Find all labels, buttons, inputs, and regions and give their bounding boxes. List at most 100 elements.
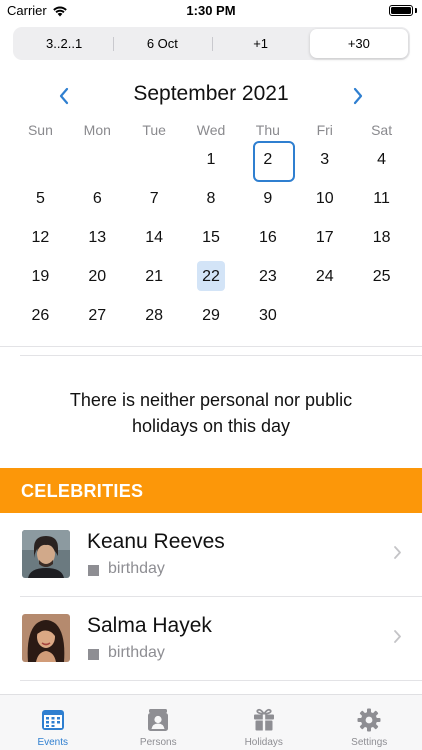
calendar-day-22[interactable]: 22	[183, 257, 240, 296]
chevron-right-icon	[394, 630, 401, 643]
calendar-empty-cell	[126, 140, 183, 179]
calendar-day-21[interactable]: 21	[126, 257, 183, 296]
weekday-label: Tue	[142, 122, 166, 138]
calendar-day-3[interactable]: 3	[296, 140, 353, 179]
calendar-day-8[interactable]: 8	[183, 179, 240, 218]
day-number: 15	[202, 228, 220, 246]
battery-icon	[389, 5, 413, 16]
calendar-day-28[interactable]: 28	[126, 296, 183, 335]
day-number: 28	[145, 306, 164, 324]
calendar-day-1[interactable]: 1	[183, 140, 240, 179]
next-month-button[interactable]	[346, 84, 370, 108]
event-type-marker	[88, 649, 99, 660]
tab-persons[interactable]: Persons	[106, 695, 212, 750]
calendar-day-4[interactable]: 4	[353, 140, 410, 179]
celebrity-name: Salma Hayek	[87, 614, 212, 637]
day-number: 18	[372, 228, 391, 246]
day-number: 30	[258, 306, 277, 324]
calendar-day-11[interactable]: 11	[353, 179, 410, 218]
day-number: 22	[202, 267, 220, 285]
day-number: 4	[377, 150, 387, 168]
tab-events[interactable]: Events	[0, 695, 106, 750]
calendar-day-13[interactable]: 13	[69, 218, 126, 257]
calendar-day-5[interactable]: 5	[12, 179, 69, 218]
day-number: 11	[373, 189, 390, 207]
day-number: 8	[206, 189, 216, 207]
day-number: 16	[258, 228, 277, 246]
celebrity-name: Keanu Reeves	[87, 530, 225, 553]
day-number: 24	[315, 267, 334, 285]
calendar-day-27[interactable]: 27	[69, 296, 126, 335]
calendar-day-24[interactable]: 24	[296, 257, 353, 296]
calendar-day-20[interactable]: 20	[69, 257, 126, 296]
celebrities-section-header: CELEBRITIES	[0, 468, 422, 513]
calendar-day-23[interactable]: 23	[239, 257, 296, 296]
weekday-label: Thu	[255, 122, 280, 138]
avatar	[22, 614, 70, 662]
calendar-grid: 1 2 3 4 5 6 7 8 9 10 11 12 13 14 15 16 17 18 19 20 21 22 23 24 2…	[12, 140, 410, 335]
calendar-day-10[interactable]: 10	[296, 179, 353, 218]
segment-date[interactable]: 6 Oct	[113, 29, 211, 58]
weekday-label: Wed	[196, 122, 226, 138]
segment-plus-30[interactable]: +30	[309, 29, 408, 58]
calendar-day-12[interactable]: 12	[12, 218, 69, 257]
tab-label: Events	[37, 737, 69, 748]
day-number: 26	[31, 306, 50, 324]
day-number: 9	[263, 189, 273, 207]
segment-countdown[interactable]: 3..2..1	[15, 29, 113, 58]
status-bar: Carrier 1:30 PM	[0, 0, 422, 22]
weekday-label: Sat	[371, 122, 393, 138]
chevron-right-icon	[353, 87, 363, 105]
status-time: 1:30 PM	[186, 3, 236, 18]
divider	[20, 355, 422, 356]
day-number: 17	[315, 228, 334, 246]
celebrity-row-salma-hayek[interactable]: Salma Hayek birthday	[0, 597, 422, 681]
calendar-day-2[interactable]: 2	[239, 140, 296, 182]
battery-nub	[415, 8, 417, 13]
chevron-right-icon	[394, 546, 401, 559]
calendar-day-16[interactable]: 16	[239, 218, 296, 257]
day-number: 29	[202, 306, 220, 324]
calendar-day-9[interactable]: 9	[239, 179, 296, 218]
day-number: 25	[372, 267, 391, 285]
weekday-label: Sun	[27, 122, 53, 138]
day-number: 13	[88, 228, 107, 246]
tab-label: Persons	[139, 737, 177, 748]
calendar-week-row: 19 20 21 22 23 24 25	[12, 257, 410, 296]
tab-bar: Events Persons Holidays Settings	[0, 694, 422, 750]
calendar-day-15[interactable]: 15	[183, 218, 240, 257]
calendar-icon	[41, 710, 64, 730]
calendar-empty-cell	[353, 296, 410, 335]
calendar-day-19[interactable]: 19	[12, 257, 69, 296]
calendar-empty-cell	[12, 140, 69, 179]
person-icon	[148, 709, 169, 731]
event-type-label: birthday	[108, 560, 165, 577]
tab-settings[interactable]: Settings	[317, 695, 422, 750]
day-number: 23	[258, 267, 277, 285]
calendar-day-7[interactable]: 7	[126, 179, 183, 218]
row-separator	[20, 680, 422, 681]
event-type-marker	[88, 565, 99, 576]
weekday-label: Fri	[316, 122, 333, 138]
day-number: 14	[145, 228, 164, 246]
gift-icon	[253, 708, 274, 731]
calendar-day-26[interactable]: 26	[12, 296, 69, 335]
calendar-day-25[interactable]: 25	[353, 257, 410, 296]
tab-label: Holidays	[244, 737, 283, 748]
day-number: 1	[206, 150, 216, 168]
calendar-day-6[interactable]: 6	[69, 179, 126, 218]
day-number: 3	[320, 150, 330, 168]
day-number: 12	[31, 228, 50, 246]
calendar-day-14[interactable]: 14	[126, 218, 183, 257]
calendar-week-row: 12 13 14 15 16 17 18	[12, 218, 410, 257]
gear-icon	[357, 708, 381, 732]
tab-holidays[interactable]: Holidays	[211, 695, 317, 750]
no-holidays-message: There is neither personal nor public hol…	[69, 390, 353, 436]
day-number: 2	[263, 150, 273, 168]
calendar-day-18[interactable]: 18	[353, 218, 410, 257]
calendar-day-29[interactable]: 29	[183, 296, 240, 335]
celebrity-row-keanu-reeves[interactable]: Keanu Reeves birthday	[0, 513, 422, 597]
calendar-day-17[interactable]: 17	[296, 218, 353, 257]
segment-plus-1[interactable]: +1	[211, 29, 310, 58]
calendar-day-30[interactable]: 30	[239, 296, 296, 335]
